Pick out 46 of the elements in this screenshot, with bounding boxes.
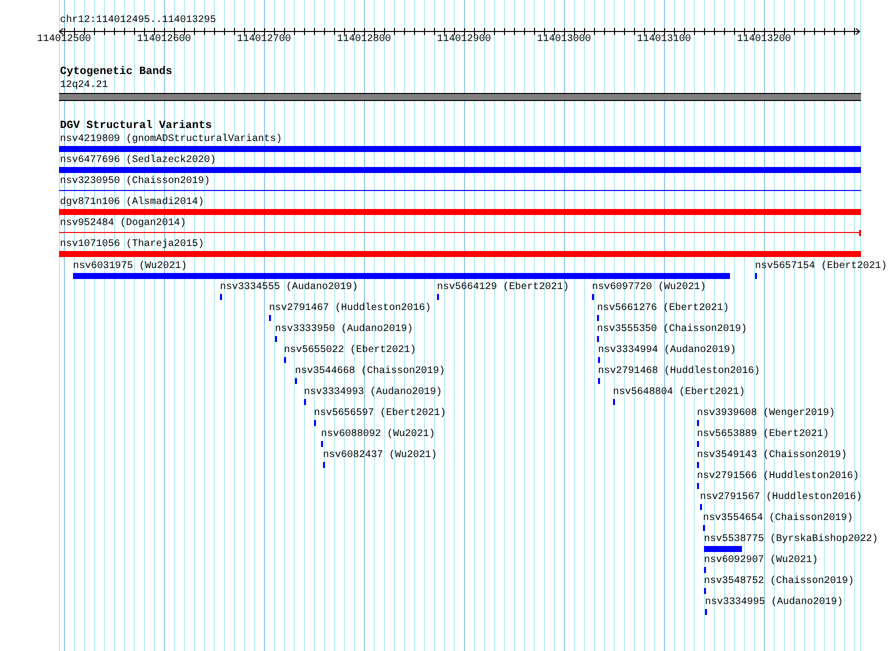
variant-label: nsv2791468 (Huddleston2016) — [598, 366, 760, 377]
variant-label: nsv2791566 (Huddleston2016) — [697, 471, 860, 482]
variant-label: nsv5656597 (Ebert2021) — [314, 408, 446, 419]
variant-label: nsv5653889 (Ebert2021) — [697, 429, 830, 440]
variant-label: nsv5661276 (Ebert2021) — [597, 303, 730, 314]
variant-label: nsv3555350 (Chaisson2019) — [597, 324, 748, 335]
tick-label: 114012500 — [36, 34, 92, 45]
tick-label: 114013000 — [536, 34, 592, 45]
track-title: Cytogenetic Bands — [60, 67, 172, 78]
tick-label: 114013200 — [736, 34, 792, 45]
variant-label: nsv3549143 (Chaisson2019) — [697, 450, 848, 461]
variant-label: nsv3334995 (Audano2019) — [705, 597, 844, 608]
variant-label: nsv4219809 (gnomADStructuralVariants) — [60, 134, 282, 145]
tick-label: 114012600 — [136, 34, 192, 45]
variant-label: nsv6097720 (Wu2021) — [592, 282, 706, 293]
variant-label: nsv3548752 (Chaisson2019) — [704, 576, 854, 587]
track-title: DGV Structural Variants — [60, 121, 212, 132]
variant-label: nsv3230950 (Chaisson2019) — [60, 176, 210, 187]
variant-label: nsv2791467 (Huddleston2016) — [269, 303, 432, 314]
tick-label: 114012800 — [336, 34, 392, 45]
variant-label: nsv6477696 (Sedlazeck2020) — [60, 155, 216, 166]
variant-label: nsv952484 (Dogan2014) — [60, 218, 186, 229]
variant-label: nsv2791567 (Huddleston2016) — [700, 492, 862, 503]
variant-label: nsv5648804 (Ebert2021) — [613, 387, 746, 398]
variant-label: dgv871n106 (Alsmadi2014) — [60, 197, 204, 208]
tick-label: 114012700 — [236, 34, 292, 45]
variant-label: nsv5664129 (Ebert2021) — [437, 282, 570, 293]
variant-label: nsv3334994 (Audano2019) — [598, 345, 736, 356]
tick-label: 114012900 — [436, 34, 492, 45]
band-label: 12q24.21 — [60, 80, 108, 91]
tick-label: 114013100 — [636, 34, 692, 45]
variant-label: nsv5538775 (ByrskaBishop2022) — [704, 534, 878, 545]
variant-label: nsv6092907 (Wu2021) — [704, 555, 818, 566]
variant-label: nsv3333950 (Audano2019) — [275, 324, 414, 335]
variant-label: nsv3554654 (Chaisson2019) — [703, 513, 854, 524]
variant-label: nsv6082437 (Wu2021) — [323, 450, 438, 461]
variant-label: nsv5655022 (Ebert2021) — [284, 345, 416, 356]
variant-label: nsv3334993 (Audano2019) — [304, 387, 442, 398]
variant-label: nsv3939608 (Wenger2019) — [697, 408, 836, 419]
variant-label: nsv6088092 (Wu2021) — [321, 429, 436, 440]
variant-label: nsv1071056 (Thareja2015) — [60, 239, 204, 250]
region-label: chr12:114012495..114013295 — [60, 15, 216, 26]
variant-label: nsv3334555 (Audano2019) — [220, 282, 358, 293]
variant-label: nsv6031975 (Wu2021) — [73, 261, 188, 272]
variant-label: nsv3544668 (Chaisson2019) — [295, 366, 446, 377]
variant-label: nsv5657154 (Ebert2021) — [755, 261, 888, 272]
